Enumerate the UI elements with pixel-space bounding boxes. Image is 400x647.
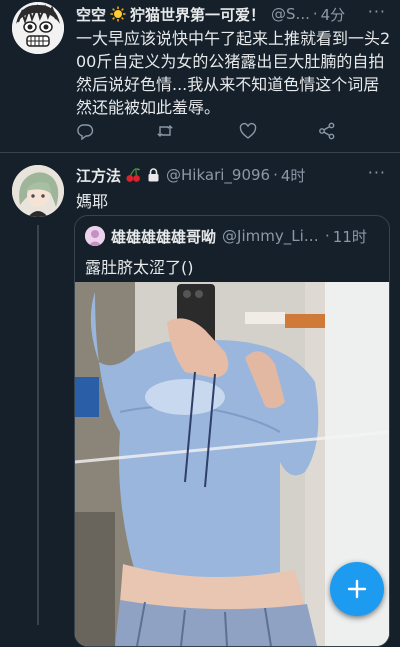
more-options-icon[interactable]: ··· (363, 163, 386, 182)
quoted-timestamp: 11时 (332, 227, 367, 246)
quoted-separator: · (325, 227, 330, 245)
more-options-icon[interactable]: ··· (363, 2, 386, 21)
retweet-icon[interactable] (156, 122, 174, 140)
display-name-suffix[interactable]: 狞猫世界第一可爱！ (130, 4, 265, 25)
reply-icon[interactable] (76, 122, 94, 140)
tweet-actions (76, 122, 346, 142)
tweet-header: 空空 狞猫世界第一可爱！ @S... · 4分 ··· (76, 2, 392, 26)
timestamp[interactable]: 4时 (281, 165, 306, 186)
like-icon[interactable] (239, 122, 257, 140)
tweet-header: 江方法 @Hikari_9096 · 4时 ··· (76, 163, 392, 187)
tweet-2[interactable]: 江方法 @Hikari_9096 · 4时 ··· 媽耶 雄雄雄雄雄哥呦 @Ji… (0, 153, 400, 647)
avatar-image (12, 2, 64, 54)
quoted-tweet-header: 雄雄雄雄雄哥呦 @Jimmy_Li5... · 11时 (85, 226, 379, 246)
quoted-avatar (85, 226, 105, 246)
quoted-handle: @Jimmy_Li5... (222, 227, 323, 245)
quoted-tweet-text: 露肚脐太涩了() (85, 258, 194, 277)
sun-emoji-icon (110, 6, 126, 22)
timestamp[interactable]: 4分 (321, 4, 346, 25)
lock-icon (148, 168, 159, 182)
handle[interactable]: @S... (271, 5, 310, 23)
avatar[interactable] (12, 2, 64, 54)
display-name[interactable]: 空空 (76, 4, 106, 25)
plus-icon (347, 579, 367, 599)
separator: · (312, 5, 318, 23)
compose-tweet-button[interactable] (330, 562, 384, 616)
handle[interactable]: @Hikari_9096 (166, 166, 270, 184)
separator: · (273, 166, 278, 184)
tweet-1[interactable]: 空空 狞猫世界第一可爱！ @S... · 4分 ··· 一大早应该说快中午了起来… (0, 0, 400, 153)
tweet-text: 媽耶 (76, 192, 109, 211)
display-name[interactable]: 江方法 (76, 165, 121, 186)
avatar-image (12, 165, 64, 217)
quoted-display-name: 雄雄雄雄雄哥呦 (111, 227, 217, 246)
thread-line (37, 225, 39, 625)
cherry-emoji-icon (126, 167, 141, 182)
avatar[interactable] (12, 165, 64, 217)
share-icon[interactable] (318, 122, 336, 140)
tweet-text: 一大早应该说快中午了起来上推就看到一头200斤自定义为女的公猪露出巨大肚腩的自拍… (76, 29, 391, 117)
